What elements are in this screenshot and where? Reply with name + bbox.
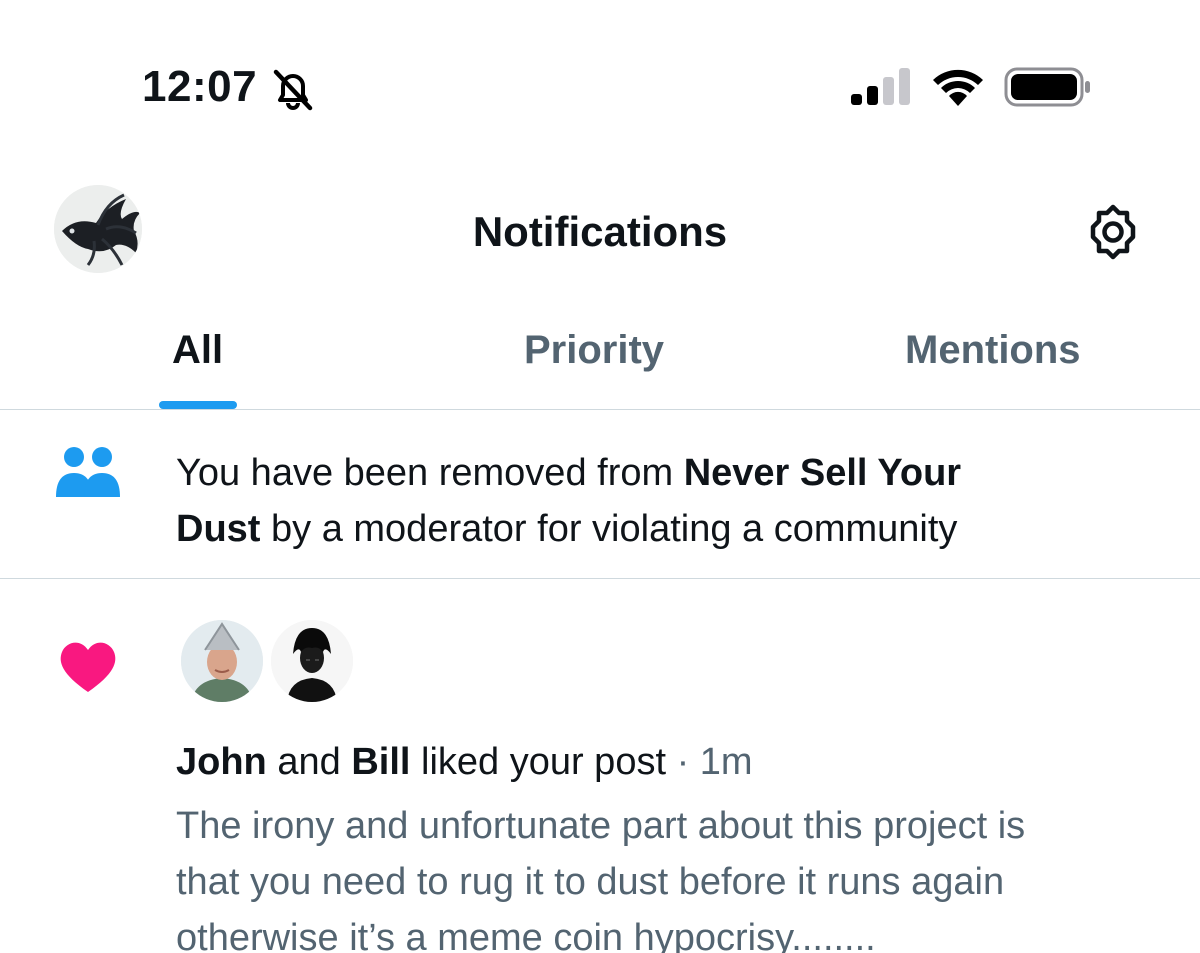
page-title: Notifications xyxy=(472,208,728,255)
avatar[interactable] xyxy=(268,617,356,705)
app-header: Notifications xyxy=(0,170,1200,290)
active-tab-indicator xyxy=(159,401,237,409)
battery-icon xyxy=(1004,67,1090,107)
post-line: otherwise it’s a meme coin hypocrisy....… xyxy=(176,917,876,953)
community-notification[interactable]: You have been removed from Never Sell Yo… xyxy=(0,411,1200,579)
tab-all[interactable]: All xyxy=(172,328,223,373)
separator: · xyxy=(666,741,700,783)
post-preview[interactable]: The irony and unfortunate part about thi… xyxy=(176,798,1176,953)
user-avatar-john xyxy=(181,620,263,702)
user-name[interactable]: John xyxy=(176,741,267,783)
connector-text: and xyxy=(266,741,352,783)
notifications-screen: 12:07 Notifications All Priority Mention… xyxy=(0,0,1200,953)
post-line: that you need to rug it to dust before i… xyxy=(176,861,1005,903)
notification-text-suffix: by a moderator for violating a community xyxy=(260,508,958,550)
tab-priority[interactable]: Priority xyxy=(524,328,664,373)
avatar[interactable] xyxy=(178,617,266,705)
action-text: liked your post xyxy=(410,741,667,783)
community-notification-text: You have been removed from Never Sell Yo… xyxy=(176,445,1136,557)
community-icon xyxy=(56,447,120,497)
wifi-icon xyxy=(933,69,983,106)
like-summary: John and Bill liked your post · 1m xyxy=(176,738,753,786)
post-line: The irony and unfortunate part about thi… xyxy=(176,805,1026,847)
timestamp: 1m xyxy=(699,741,753,783)
bell-slash-icon xyxy=(273,69,313,111)
community-name-line2[interactable]: Dust xyxy=(176,508,260,550)
cellular-signal-icon xyxy=(851,68,910,105)
community-name-line1[interactable]: Never Sell Your xyxy=(684,452,961,494)
user-name[interactable]: Bill xyxy=(351,741,410,783)
notification-tabs: All Priority Mentions xyxy=(0,300,1200,410)
user-avatar-bill xyxy=(271,620,353,702)
tab-mentions[interactable]: Mentions xyxy=(905,328,1081,373)
status-bar: 12:07 xyxy=(0,0,1200,160)
status-time: 12:07 xyxy=(142,62,258,111)
like-notification[interactable]: John and Bill liked your post · 1m The i… xyxy=(0,580,1200,953)
gear-icon[interactable] xyxy=(1084,203,1142,261)
heart-icon xyxy=(60,642,116,692)
notification-text: You have been removed from xyxy=(176,452,684,494)
